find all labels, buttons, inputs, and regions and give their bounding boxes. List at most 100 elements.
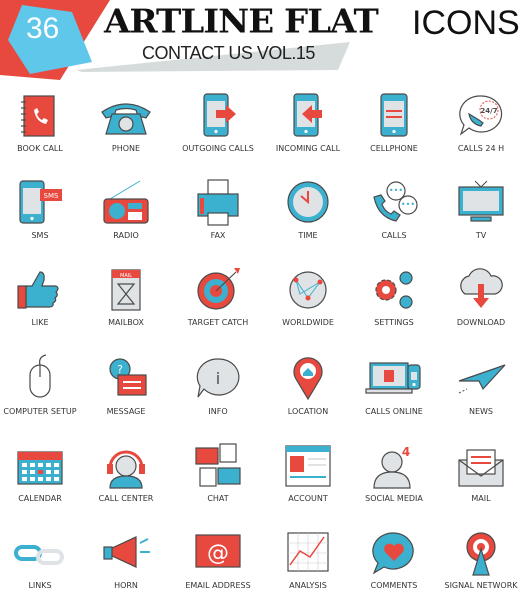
icon-tile-mailbox[interactable]: MAIL MAILBOX xyxy=(80,264,172,327)
icon-tile-download[interactable]: DOWNLOAD xyxy=(435,264,527,327)
icon-tile-mail[interactable]: MAIL xyxy=(435,440,527,503)
icon-tile-message[interactable]: ? MESSAGE xyxy=(80,353,172,416)
time-icon xyxy=(287,181,329,223)
icon-tile-tv[interactable]: TV xyxy=(435,177,527,240)
analysis-icon xyxy=(287,532,329,572)
icon-tile-calls-online[interactable]: CALLS ONLINE xyxy=(348,353,440,416)
icon-label: SETTINGS xyxy=(374,318,414,327)
icon-label: INCOMING CALL xyxy=(275,144,341,153)
icon-label: ACCOUNT xyxy=(288,494,328,503)
icon-tile-chat[interactable]: CHAT xyxy=(172,440,264,503)
message-icon: ? xyxy=(109,358,147,396)
sms-icon: SMS xyxy=(19,180,62,224)
icon-tile-social-media[interactable]: 4 SOCIAL MEDIA xyxy=(348,440,440,503)
icon-tile-sms[interactable]: SMS SMS xyxy=(0,177,86,240)
phone-icon xyxy=(101,103,151,135)
worldwide-icon xyxy=(289,271,327,309)
icon-tile-incoming-call[interactable]: INCOMING CALL xyxy=(262,90,354,153)
like-icon xyxy=(17,271,59,309)
icon-tile-settings[interactable]: SETTINGS xyxy=(348,264,440,327)
icon-label: CALLS ONLINE xyxy=(365,407,423,416)
calls-icon: ••• ••• xyxy=(373,181,418,222)
icon-label: TARGET CATCH xyxy=(187,318,249,327)
svg-text:i: i xyxy=(216,369,220,388)
icon-count-badge: 36 xyxy=(26,12,60,45)
icon-tile-book-call[interactable]: BOOK CALL xyxy=(0,90,86,153)
icon-tile-analysis[interactable]: ANALYSIS xyxy=(262,527,354,590)
svg-text:MAIL: MAIL xyxy=(120,273,132,279)
svg-text:•••: ••• xyxy=(401,200,415,209)
icon-tile-signal-network[interactable]: SIGNAL NETWORK xyxy=(435,527,527,590)
icon-label: MAILBOX xyxy=(108,318,144,327)
icon-tile-email-address[interactable]: @ EMAIL ADDRESS xyxy=(172,527,264,590)
icon-tile-location[interactable]: LOCATION xyxy=(262,353,354,416)
icon-badge-text: MAIL xyxy=(120,273,132,279)
icon-tile-radio[interactable]: RADIO xyxy=(80,177,172,240)
icon-label: CALL CENTER xyxy=(98,494,154,503)
icon-tile-info[interactable]: i INFO xyxy=(172,353,264,416)
mailbox-icon: MAIL xyxy=(111,269,141,311)
icon-tile-calls-24h[interactable]: 24/7 CALLS 24 H xyxy=(435,90,527,153)
page-title-light: ICONS xyxy=(412,4,520,42)
icon-label: CHAT xyxy=(207,494,229,503)
icon-tile-fax[interactable]: FAX xyxy=(172,177,264,240)
icon-label: WORLDWIDE xyxy=(282,318,334,327)
svg-text:SMS: SMS xyxy=(44,192,59,200)
icon-tile-horn[interactable]: HORN xyxy=(80,527,172,590)
icon-label: BOOK CALL xyxy=(17,144,63,153)
calendar-icon xyxy=(17,451,63,485)
icon-label: ANALYSIS xyxy=(289,581,327,590)
icon-tile-headset[interactable]: CALL CENTER xyxy=(80,440,172,503)
icon-label: LOCATION xyxy=(287,407,329,416)
radio-icon xyxy=(103,180,149,224)
tv-icon xyxy=(458,180,504,222)
svg-text:?: ? xyxy=(117,363,123,376)
icon-tile-target[interactable]: TARGET CATCH xyxy=(172,264,264,327)
info-icon: i xyxy=(196,358,240,398)
icon-tile-phone[interactable]: PHONE xyxy=(80,90,172,153)
icon-tile-links[interactable]: LINKS xyxy=(0,527,86,590)
incoming-call-icon xyxy=(293,93,322,137)
svg-text:@: @ xyxy=(207,541,229,566)
page-title: ARTLINE FLAT xyxy=(104,3,379,41)
paper-plane-icon xyxy=(458,364,506,394)
links-icon xyxy=(14,545,64,565)
icon-label: COMMENTS xyxy=(370,581,418,590)
icon-badge-text: i xyxy=(216,369,220,388)
icon-label: SIGNAL NETWORK xyxy=(444,581,518,590)
outgoing-calls-icon xyxy=(203,93,236,137)
icon-label: DOWNLOAD xyxy=(456,318,506,327)
headset-icon xyxy=(107,450,145,489)
icon-tile-comments[interactable]: COMMENTS xyxy=(348,527,440,590)
icon-tile-paper-plane[interactable]: NEWS xyxy=(435,353,527,416)
icon-tile-mouse[interactable]: COMPUTER SETUP xyxy=(0,353,86,416)
fax-icon xyxy=(197,179,239,226)
mouse-icon xyxy=(29,354,51,398)
subtitle-banner: CONTACT US VOL.15 xyxy=(142,43,315,63)
calls-24h-icon: 24/7 xyxy=(459,95,503,136)
icon-tile-calls[interactable]: ••• ••• CALLS xyxy=(348,177,440,240)
icon-badge-text: 4 xyxy=(402,445,410,459)
icon-tile-cellphone[interactable]: CELLPHONE xyxy=(348,90,440,153)
icon-label: MAIL xyxy=(471,494,491,503)
horn-icon xyxy=(103,536,150,568)
calls-online-icon xyxy=(365,362,421,394)
icon-label: FAX xyxy=(210,231,226,240)
icon-badge-text: ? xyxy=(117,363,123,376)
icon-label: CALLS xyxy=(381,231,407,240)
comments-icon xyxy=(372,532,414,575)
icon-label: MESSAGE xyxy=(106,407,146,416)
icon-tile-time[interactable]: TIME xyxy=(262,177,354,240)
target-icon xyxy=(197,268,240,310)
icon-tile-outgoing-calls[interactable]: OUTGOING CALLS xyxy=(172,90,264,153)
email-address-icon: @ xyxy=(195,534,241,568)
icon-tile-account[interactable]: ACCOUNT xyxy=(262,440,354,503)
icon-tile-worldwide[interactable]: WORLDWIDE xyxy=(262,264,354,327)
icon-tile-calendar[interactable]: CALENDAR xyxy=(0,440,86,503)
icon-tile-like[interactable]: LIKE xyxy=(0,264,86,327)
download-icon xyxy=(460,268,503,308)
account-icon xyxy=(285,445,331,487)
book-call-icon xyxy=(21,95,55,137)
chat-icon xyxy=(195,443,241,487)
icon-label: COMPUTER SETUP xyxy=(3,407,77,416)
